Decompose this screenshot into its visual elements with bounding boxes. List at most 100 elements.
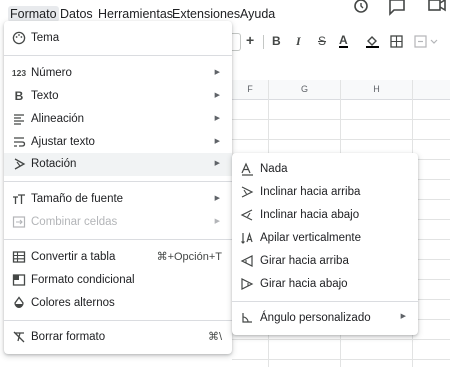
- wrap-text-icon: [14, 137, 26, 147]
- submenu-arrow-icon: ▶: [214, 92, 220, 99]
- rotacion-submenu: Nada Inclinar hacia arriba Inclinar haci…: [232, 153, 418, 335]
- text-rotation-icon: [14, 158, 26, 170]
- merge-cells-toolbar-icon[interactable]: [414, 35, 440, 48]
- borders-icon[interactable]: [390, 35, 403, 48]
- increase-font-button[interactable]: +: [246, 32, 254, 48]
- menu-item-combinar-celdas: Combinar celdas ▶: [4, 211, 232, 234]
- video-call-icon[interactable]: [428, 0, 446, 16]
- menu-item-ajustar-texto[interactable]: Ajustar texto ▶: [4, 131, 232, 154]
- submenu-item-label: Girar hacia abajo: [260, 278, 348, 290]
- shortcut-label: ⌘+Opción+T: [156, 251, 222, 263]
- submenu-divider: [232, 301, 418, 302]
- column-header-g[interactable]: G: [269, 80, 341, 100]
- toolbar: + B I S A: [230, 30, 450, 54]
- table-icon: [12, 251, 26, 263]
- custom-angle-icon: [242, 313, 252, 323]
- text-bold-icon: B: [14, 89, 24, 103]
- menu-item-label: Rotación: [31, 158, 77, 170]
- menu-divider: [4, 181, 232, 182]
- menu-item-label: Tema: [31, 32, 60, 44]
- menu-item-tamano-fuente[interactable]: Tamaño de fuente ▶: [4, 188, 232, 211]
- grid-line: [232, 119, 450, 120]
- menu-item-label: Colores alternos: [31, 297, 115, 309]
- formato-menu: Tema 123 Número ▶ B Texto ▶ Alineación ▶…: [4, 21, 232, 354]
- menu-item-label: Formato condicional: [31, 274, 135, 286]
- submenu-arrow-icon: ▶: [214, 218, 220, 225]
- menu-item-colores-alternos[interactable]: Colores alternos: [4, 292, 232, 315]
- number-format-icon: 123: [11, 68, 27, 78]
- column-header-h[interactable]: H: [341, 80, 413, 100]
- conditional-format-icon: [12, 274, 26, 286]
- menu-divider: [4, 239, 232, 240]
- menu-item-label: Alineación: [31, 113, 85, 125]
- column-header-next[interactable]: [413, 80, 450, 100]
- menu-formato[interactable]: Formato: [8, 6, 59, 22]
- menu-item-rotacion[interactable]: Rotación ▶: [4, 153, 232, 176]
- merge-cells-icon: [12, 216, 26, 228]
- stack-vertical-icon: [241, 231, 253, 244]
- grid-line: [232, 339, 450, 340]
- tilt-up-icon: [241, 186, 254, 198]
- menu-item-label: Texto: [31, 90, 59, 102]
- submenu-arrow-icon: ▶: [214, 69, 220, 76]
- rotate-up-icon: [240, 255, 253, 267]
- menu-divider: [4, 320, 232, 321]
- menu-item-numero[interactable]: 123 Número ▶: [4, 62, 232, 85]
- align-icon: [14, 114, 24, 125]
- palette-icon: [12, 31, 26, 45]
- menu-divider: [4, 55, 232, 56]
- submenu-item-label: Girar hacia arriba: [260, 255, 349, 267]
- text-color-button[interactable]: A: [339, 34, 348, 48]
- submenu-item-inclinar-arriba[interactable]: Inclinar hacia arriba: [232, 181, 418, 204]
- menu-item-formato-condicional[interactable]: Formato condicional: [4, 269, 232, 292]
- menu-extensiones[interactable]: Extensiones: [170, 6, 242, 22]
- tilt-down-icon: [240, 209, 253, 221]
- grid-line: [232, 139, 450, 140]
- submenu-item-nada[interactable]: Nada: [232, 158, 418, 181]
- alternating-colors-icon: [14, 296, 24, 308]
- submenu-arrow-icon: ▶: [214, 138, 220, 145]
- strikethrough-button[interactable]: S: [318, 34, 326, 48]
- menu-item-borrar-formato[interactable]: Borrar formato ⌘\: [4, 326, 232, 349]
- fill-color-icon[interactable]: [366, 35, 379, 48]
- submenu-item-label: Apilar verticalmente: [260, 232, 361, 244]
- submenu-item-label: Inclinar hacia arriba: [260, 186, 361, 198]
- clear-format-icon: [13, 331, 25, 343]
- menu-item-label: Tamaño de fuente: [31, 193, 124, 205]
- menu-item-label: Ajustar texto: [31, 136, 95, 148]
- menu-item-label: Número: [31, 67, 72, 79]
- bold-button[interactable]: B: [272, 34, 281, 48]
- menu-item-label: Borrar formato: [31, 331, 106, 343]
- toolbar-divider: [263, 35, 264, 49]
- menu-item-texto[interactable]: B Texto ▶: [4, 85, 232, 108]
- italic-button[interactable]: I: [296, 34, 301, 49]
- history-icon[interactable]: [352, 0, 370, 16]
- comment-icon[interactable]: [388, 0, 406, 16]
- menu-datos[interactable]: Datos: [58, 6, 95, 22]
- rotate-down-icon: [241, 278, 254, 290]
- grid-line: [232, 359, 450, 360]
- submenu-item-label: Inclinar hacia abajo: [260, 209, 360, 221]
- menu-item-convertir-tabla[interactable]: Convertir a tabla ⌘+Opción+T: [4, 246, 232, 269]
- column-header-f[interactable]: F: [232, 80, 269, 100]
- submenu-arrow-icon: ▶: [400, 313, 406, 320]
- font-size-icon: [13, 194, 25, 204]
- submenu-item-apilar-verticalmente[interactable]: Apilar verticalmente: [232, 227, 418, 250]
- menu-ayuda[interactable]: Ayuda: [238, 6, 277, 22]
- menu-item-label: Combinar celdas: [31, 216, 118, 228]
- submenu-item-inclinar-abajo[interactable]: Inclinar hacia abajo: [232, 204, 418, 227]
- submenu-item-label: Ángulo personalizado: [260, 312, 371, 324]
- rotation-none-icon: [241, 162, 253, 176]
- submenu-item-label: Nada: [260, 163, 288, 175]
- menu-herramientas[interactable]: Herramientas: [96, 6, 175, 22]
- submenu-arrow-icon: ▶: [214, 195, 220, 202]
- submenu-item-girar-arriba[interactable]: Girar hacia arriba: [232, 250, 418, 273]
- menu-item-label: Convertir a tabla: [31, 251, 116, 263]
- font-size-field-edge[interactable]: [232, 33, 241, 51]
- menu-item-alineacion[interactable]: Alineación ▶: [4, 108, 232, 131]
- menu-item-tema[interactable]: Tema: [4, 27, 232, 50]
- shortcut-label: ⌘\: [207, 331, 222, 343]
- submenu-arrow-icon: ▶: [214, 115, 220, 122]
- submenu-item-girar-abajo[interactable]: Girar hacia abajo: [232, 273, 418, 296]
- submenu-item-angulo-personalizado[interactable]: Ángulo personalizado ▶: [232, 307, 418, 330]
